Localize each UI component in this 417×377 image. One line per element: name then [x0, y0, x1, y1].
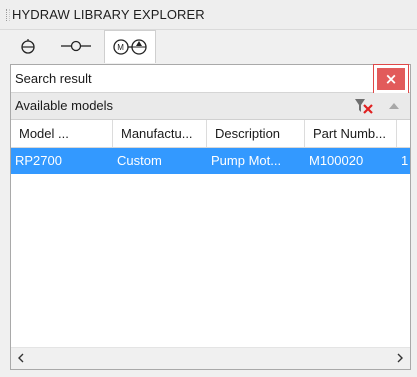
cell-model: RP2700: [15, 153, 62, 168]
tab-connectors[interactable]: [54, 30, 98, 61]
library-explorer-panel: HYDRAW LIBRARY EXPLORER M Search result …: [0, 0, 417, 377]
cell-part-number: M100020: [309, 153, 364, 168]
cell-overflow: 1: [401, 153, 409, 168]
svg-text:M: M: [117, 43, 124, 52]
pump-motor-icon: M: [113, 39, 147, 55]
collapse-up-icon[interactable]: [387, 99, 401, 113]
clear-filter-icon[interactable]: [354, 98, 374, 114]
tab-strip: M: [0, 30, 417, 64]
cell-description: Pump Mot...: [211, 153, 282, 168]
close-icon: ×: [377, 68, 405, 90]
drag-grip-icon[interactable]: [6, 9, 10, 21]
search-result-label: Search result: [15, 71, 92, 86]
close-search-button[interactable]: ×: [373, 64, 409, 94]
panel-title: HYDRAW LIBRARY EXPLORER: [12, 7, 205, 22]
tab-pump-motors[interactable]: M: [104, 30, 156, 63]
scroll-right-icon[interactable]: [392, 350, 408, 366]
column-header-part-number[interactable]: Part Numb...: [305, 120, 397, 147]
cell-manufacturer: Custom: [117, 153, 162, 168]
grid-header: Model ... Manufactu... Description Part …: [11, 120, 410, 148]
connector-line-icon: [61, 40, 91, 51]
horizontal-scrollbar[interactable]: [11, 347, 410, 369]
models-grid: Model ... Manufactu... Description Part …: [11, 120, 410, 347]
results-pane: Search result × Available models Model .…: [10, 64, 411, 370]
column-header-manufacturer[interactable]: Manufactu...: [113, 120, 207, 147]
table-row[interactable]: RP2700 Custom Pump Mot... M100020 1: [11, 148, 410, 174]
component-symbol-icon: [21, 38, 35, 54]
scroll-left-icon[interactable]: [13, 350, 29, 366]
available-models-label: Available models: [15, 98, 114, 113]
search-result-bar: Search result ×: [11, 64, 410, 94]
column-header-description[interactable]: Description: [207, 120, 305, 147]
tab-components[interactable]: [12, 30, 44, 61]
title-bar[interactable]: HYDRAW LIBRARY EXPLORER: [0, 0, 417, 30]
available-models-bar: Available models: [11, 93, 410, 120]
column-header-model[interactable]: Model ...: [11, 120, 113, 147]
